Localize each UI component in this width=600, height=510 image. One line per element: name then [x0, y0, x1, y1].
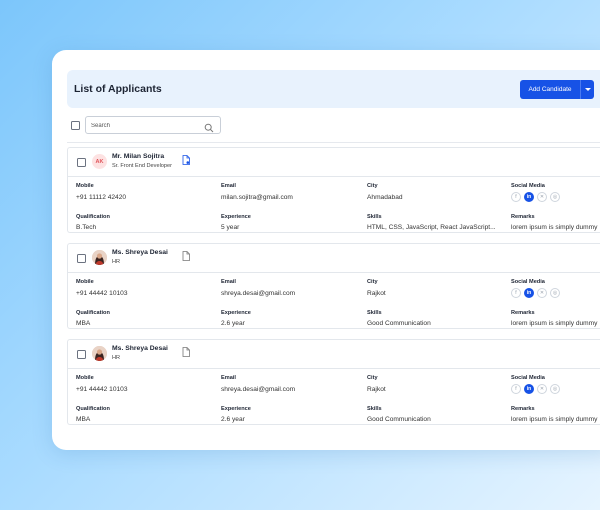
experience-value: 5 year	[221, 224, 240, 231]
x-icon[interactable]: ✕	[537, 192, 547, 202]
remarks-label: Remarks	[511, 310, 535, 316]
remarks-value: lorem ipsum is simply dummy	[511, 416, 598, 423]
linkedin-icon[interactable]: in	[524, 288, 534, 298]
email-value: milan.sojitra@gmail.com	[221, 194, 293, 201]
avatar	[92, 250, 107, 265]
mobile-value: +91 44442 10103	[76, 290, 128, 297]
applicant-checkbox[interactable]	[77, 158, 86, 167]
applicant-details: Mobile +91 44442 10103 Email shreya.desa…	[68, 368, 600, 426]
experience-label: Experience	[221, 214, 251, 220]
applicant-role: Sr. Front End Developer	[112, 163, 173, 169]
applicant-role: HR	[112, 355, 121, 361]
toolbar-divider	[67, 142, 600, 143]
qualification-label: Qualification	[76, 310, 110, 316]
email-label: Email	[221, 279, 236, 285]
linkedin-icon[interactable]: in	[524, 192, 534, 202]
applicant-header: AK Mr. Milan Sojitra Sr. Front End Devel…	[68, 148, 600, 176]
email-value: shreya.desai@gmail.com	[221, 386, 296, 393]
experience-value: 2.6 year	[221, 320, 245, 327]
github-icon[interactable]: ◎	[550, 288, 560, 298]
social-media-label: Social Media	[511, 279, 545, 285]
x-icon[interactable]: ✕	[537, 288, 547, 298]
background-frame: List of Applicants Add Candidate AK Mr. …	[0, 0, 600, 510]
avatar	[92, 346, 107, 361]
qualification-value: MBA	[76, 320, 91, 327]
qualification-value: MBA	[76, 416, 91, 423]
applicant-details: Mobile +91 44442 10103 Email shreya.desa…	[68, 272, 600, 330]
email-label: Email	[221, 183, 236, 189]
add-candidate-dropdown-button[interactable]	[580, 80, 594, 99]
applicant-header: Ms. Shreya Desai HR	[68, 340, 600, 368]
applicant-checkbox[interactable]	[77, 350, 86, 359]
remarks-label: Remarks	[511, 406, 535, 412]
city-value: Rajkot	[367, 290, 386, 297]
resume-icon[interactable]	[182, 152, 190, 170]
github-icon[interactable]: ◎	[550, 384, 560, 394]
mobile-value: +91 11112 42420	[76, 194, 127, 201]
social-media-label: Social Media	[511, 183, 545, 189]
github-icon[interactable]: ◎	[550, 192, 560, 202]
facebook-icon[interactable]: f	[511, 384, 521, 394]
skills-value: Good Communication	[367, 320, 431, 327]
applicant-role: HR	[112, 259, 121, 265]
social-media-links: f in ✕ ◎	[511, 288, 560, 298]
experience-label: Experience	[221, 406, 251, 412]
page-title: List of Applicants	[74, 83, 162, 95]
email-label: Email	[221, 375, 236, 381]
skills-value: HTML, CSS, JavaScript, React JavaScript.…	[367, 224, 496, 231]
applicant-checkbox[interactable]	[77, 254, 86, 263]
qualification-label: Qualification	[76, 406, 110, 412]
applicants-panel: List of Applicants Add Candidate AK Mr. …	[52, 50, 600, 450]
search-input[interactable]	[91, 120, 196, 131]
linkedin-icon[interactable]: in	[524, 384, 534, 394]
remarks-label: Remarks	[511, 214, 535, 220]
skills-value: Good Communication	[367, 416, 431, 423]
applicant-card: Ms. Shreya Desai HR Mobile +91 44442 101…	[67, 339, 600, 425]
facebook-icon[interactable]: f	[511, 192, 521, 202]
experience-value: 2.6 year	[221, 416, 245, 423]
email-value: shreya.desai@gmail.com	[221, 290, 296, 297]
search-icon[interactable]	[204, 120, 214, 138]
applicant-name[interactable]: Ms. Shreya Desai	[112, 345, 168, 352]
experience-label: Experience	[221, 310, 251, 316]
social-media-label: Social Media	[511, 375, 545, 381]
qualification-value: B.Tech	[76, 224, 97, 231]
avatar: AK	[92, 154, 107, 169]
select-all-checkbox[interactable]	[71, 121, 80, 130]
applicant-details: Mobile +91 11112 42420 Email milan.sojit…	[68, 176, 600, 234]
city-label: City	[367, 375, 378, 381]
city-value: Ahmadabad	[367, 194, 403, 201]
applicant-card: Ms. Shreya Desai HR Mobile +91 44442 101…	[67, 243, 600, 329]
mobile-label: Mobile	[76, 375, 94, 381]
panel-header: List of Applicants Add Candidate	[67, 70, 600, 108]
applicant-header: Ms. Shreya Desai HR	[68, 244, 600, 272]
resume-icon[interactable]	[182, 344, 190, 362]
applicant-name[interactable]: Mr. Milan Sojitra	[112, 153, 164, 160]
applicant-card: AK Mr. Milan Sojitra Sr. Front End Devel…	[67, 147, 600, 233]
mobile-label: Mobile	[76, 183, 94, 189]
skills-label: Skills	[367, 406, 382, 412]
mobile-value: +91 44442 10103	[76, 386, 128, 393]
add-candidate-button[interactable]: Add Candidate	[520, 80, 580, 99]
city-label: City	[367, 279, 378, 285]
social-media-links: f in ✕ ◎	[511, 384, 560, 394]
facebook-icon[interactable]: f	[511, 288, 521, 298]
remarks-value: lorem ipsum is simply dummy	[511, 224, 598, 231]
qualification-label: Qualification	[76, 214, 110, 220]
skills-label: Skills	[367, 214, 382, 220]
social-media-links: f in ✕ ◎	[511, 192, 560, 202]
search-box	[85, 116, 221, 134]
remarks-value: lorem ipsum is simply dummy	[511, 320, 598, 327]
city-label: City	[367, 183, 378, 189]
applicant-name[interactable]: Ms. Shreya Desai	[112, 249, 168, 256]
mobile-label: Mobile	[76, 279, 94, 285]
resume-icon[interactable]	[182, 248, 190, 266]
skills-label: Skills	[367, 310, 382, 316]
city-value: Rajkot	[367, 386, 386, 393]
x-icon[interactable]: ✕	[537, 384, 547, 394]
